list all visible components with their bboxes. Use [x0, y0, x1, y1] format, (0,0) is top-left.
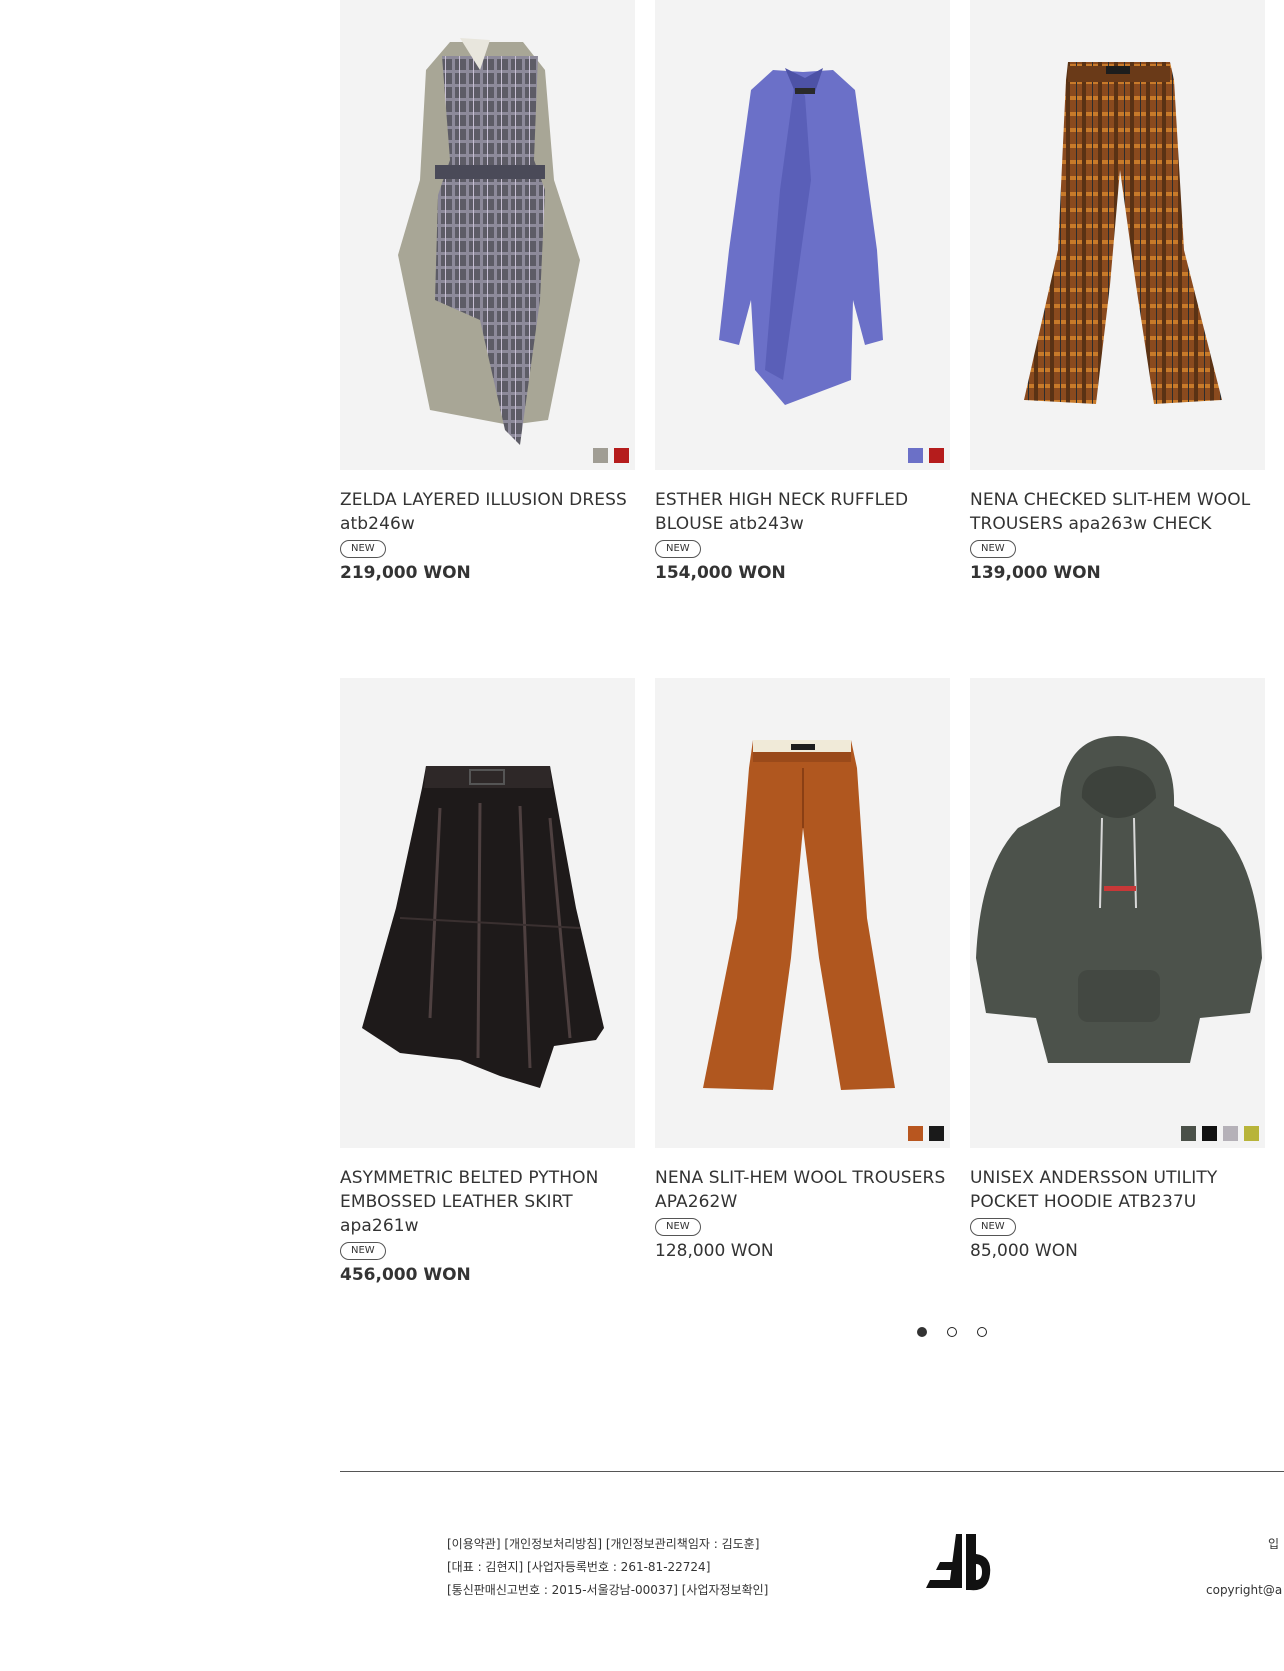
product-title[interactable]: ZELDA LAYERED ILLUSION DRESS atb246w	[340, 488, 635, 536]
product-price: 128,000 WON	[655, 1241, 774, 1261]
privacy-officer: [개인정보관리책임자 : 김도훈]	[605, 1537, 760, 1551]
color-swatch[interactable]	[1244, 1126, 1259, 1141]
color-swatches	[908, 448, 944, 463]
page: ZELDA LAYERED ILLUSION DRESS atb246w NEW…	[0, 0, 1284, 1671]
footer-info: [이용약관] [개인정보처리방침] [개인정보관리책임자 : 김도훈] [대표 …	[447, 1533, 768, 1602]
product-image[interactable]	[655, 0, 950, 470]
product-price: 456,000 WON	[340, 1265, 471, 1285]
product-image[interactable]	[340, 678, 635, 1148]
product-card[interactable]: ZELDA LAYERED ILLUSION DRESS atb246w NEW…	[340, 0, 635, 585]
color-swatch[interactable]	[1181, 1126, 1196, 1141]
page-dot-2[interactable]	[947, 1327, 957, 1337]
new-badge: NEW	[340, 1242, 386, 1260]
product-card[interactable]: UNISEX ANDERSSON UTILITY POCKET HOODIE A…	[970, 678, 1265, 1263]
color-swatches	[1181, 1126, 1259, 1141]
new-badge: NEW	[655, 540, 701, 558]
product-image[interactable]	[340, 0, 635, 470]
product-image[interactable]	[655, 678, 950, 1148]
product-price: 154,000 WON	[655, 563, 786, 583]
page-dot-1[interactable]	[917, 1327, 927, 1337]
business-info: [대표 : 김현지] [사업자등록번호 : 261-81-22724]	[447, 1560, 711, 1574]
product-price: 139,000 WON	[970, 563, 1101, 583]
color-swatch[interactable]	[1223, 1126, 1238, 1141]
product-title[interactable]: ASYMMETRIC BELTED PYTHON EMBOSSED LEATHE…	[340, 1166, 635, 1238]
product-card[interactable]: ESTHER HIGH NECK RUFFLED BLOUSE atb243w …	[655, 0, 950, 585]
color-swatch[interactable]	[929, 448, 944, 463]
business-registration-row: [통신판매신고번호 : 2015-서울강남-00037] [사업자정보확인]	[447, 1579, 768, 1602]
brand-logo-icon[interactable]	[926, 1532, 992, 1594]
product-price: 85,000 WON	[970, 1241, 1078, 1261]
product-price: 219,000 WON	[340, 563, 471, 583]
product-image[interactable]	[970, 678, 1265, 1148]
color-swatch[interactable]	[908, 448, 923, 463]
mail-order-number: [통신판매신고번호 : 2015-서울강남-00037]	[447, 1583, 678, 1597]
terms-link[interactable]: [이용약관]	[447, 1537, 501, 1551]
color-swatch[interactable]	[908, 1126, 923, 1141]
new-badge: NEW	[970, 540, 1016, 558]
color-swatch[interactable]	[929, 1126, 944, 1141]
footer-links-row: [이용약관] [개인정보처리방침] [개인정보관리책임자 : 김도훈]	[447, 1533, 768, 1556]
copyright-text: copyright@a	[1206, 1583, 1283, 1597]
pagination-dots	[917, 1327, 987, 1337]
new-badge: NEW	[970, 1218, 1016, 1236]
color-swatches	[908, 1126, 944, 1141]
privacy-policy-link[interactable]: [개인정보처리방침]	[504, 1537, 602, 1551]
footer-right-text: 입	[1268, 1537, 1280, 1551]
blouse-image	[719, 68, 883, 405]
product-card[interactable]: NENA SLIT-HEM WOOL TROUSERS APA262W NEW …	[655, 678, 950, 1263]
new-badge: NEW	[655, 1218, 701, 1236]
color-swatch[interactable]	[593, 448, 608, 463]
trousers-image	[703, 740, 895, 1090]
trousers-image	[1024, 62, 1222, 404]
footer-divider	[340, 1471, 1284, 1472]
color-swatch[interactable]	[614, 448, 629, 463]
skirt-image	[362, 766, 604, 1088]
hoodie-image	[976, 736, 1262, 1063]
product-image[interactable]	[970, 0, 1265, 470]
product-card[interactable]: ASYMMETRIC BELTED PYTHON EMBOSSED LEATHE…	[340, 678, 635, 1287]
product-title[interactable]: UNISEX ANDERSSON UTILITY POCKET HOODIE A…	[970, 1166, 1265, 1214]
dress-image	[398, 38, 580, 445]
new-badge: NEW	[340, 540, 386, 558]
product-card[interactable]: NENA CHECKED SLIT-HEM WOOL TROUSERS apa2…	[970, 0, 1265, 585]
color-swatch[interactable]	[1202, 1126, 1217, 1141]
business-info-check-link[interactable]: [사업자정보확인]	[682, 1583, 769, 1597]
product-title[interactable]: NENA SLIT-HEM WOOL TROUSERS APA262W	[655, 1166, 950, 1214]
product-title[interactable]: ESTHER HIGH NECK RUFFLED BLOUSE atb243w	[655, 488, 950, 536]
page-dot-3[interactable]	[977, 1327, 987, 1337]
product-title[interactable]: NENA CHECKED SLIT-HEM WOOL TROUSERS apa2…	[970, 488, 1265, 536]
color-swatches	[593, 448, 629, 463]
